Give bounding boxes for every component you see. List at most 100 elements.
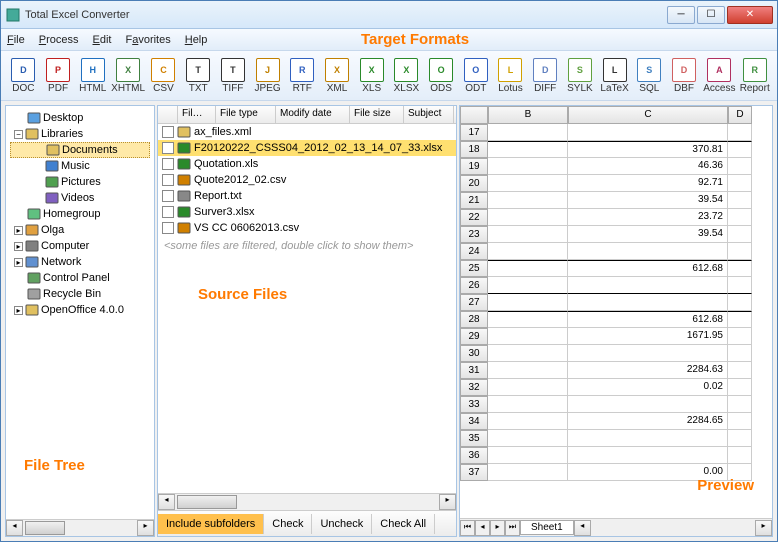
grid-cell[interactable] [728, 243, 752, 260]
grid-cell[interactable] [488, 413, 568, 430]
close-button[interactable]: ✕ [727, 6, 773, 24]
file-tree[interactable]: Desktop−LibrariesDocumentsMusicPicturesV… [6, 106, 154, 519]
grid-cell[interactable] [568, 277, 728, 294]
expander-icon[interactable]: ▸ [14, 226, 23, 235]
grid-cell[interactable] [488, 192, 568, 209]
grid-row[interactable]: 33 [460, 396, 772, 413]
file-list-header[interactable]: Fil…File typeModify dateFile sizeSubject [158, 106, 456, 124]
grid-cell[interactable] [568, 294, 728, 311]
grid-cell[interactable] [728, 328, 752, 345]
grid-row-header[interactable]: 30 [460, 345, 488, 362]
tree-item-homegroup[interactable]: Homegroup [10, 206, 150, 222]
grid-cell[interactable]: 370.81 [568, 141, 728, 158]
grid-cell[interactable] [728, 141, 752, 158]
expander-icon[interactable]: ▸ [14, 306, 23, 315]
grid-row-header[interactable]: 17 [460, 124, 488, 141]
tree-item-music[interactable]: Music [10, 158, 150, 174]
grid-cell[interactable] [488, 362, 568, 379]
grid-cell[interactable] [488, 158, 568, 175]
grid-cell[interactable] [488, 294, 568, 311]
format-rtf-button[interactable]: RRTF [286, 54, 319, 98]
grid-cell[interactable] [488, 141, 568, 158]
grid-cell[interactable]: 2284.63 [568, 362, 728, 379]
grid-row[interactable]: 17 [460, 124, 772, 141]
scroll-left-icon[interactable]: ◂ [6, 520, 23, 536]
grid-row-header[interactable]: 20 [460, 175, 488, 192]
grid-cell[interactable] [568, 243, 728, 260]
format-xlsx-button[interactable]: XXLSX [390, 54, 423, 98]
expander-icon[interactable]: ▸ [14, 258, 23, 267]
format-odt-button[interactable]: OODT [459, 54, 492, 98]
format-diff-button[interactable]: DDIFF [529, 54, 562, 98]
grid-row[interactable]: 25612.68 [460, 260, 772, 277]
scroll-left-icon[interactable]: ◂ [158, 494, 175, 510]
grid-row[interactable]: 312284.63 [460, 362, 772, 379]
grid-row[interactable]: 320.02 [460, 379, 772, 396]
grid-row[interactable]: 27 [460, 294, 772, 311]
grid-cell[interactable]: 0.00 [568, 464, 728, 481]
grid-row[interactable]: 36 [460, 447, 772, 464]
grid-row-header[interactable]: 24 [460, 243, 488, 260]
sheet-last-icon[interactable]: ⏭ [505, 520, 520, 536]
grid-cell[interactable] [728, 379, 752, 396]
file-column-header[interactable]: Fil… [178, 106, 216, 123]
file-row[interactable]: ax_files.xml [158, 124, 456, 140]
grid-row-header[interactable]: 35 [460, 430, 488, 447]
grid-row-header[interactable]: 23 [460, 226, 488, 243]
grid-cell[interactable] [488, 311, 568, 328]
grid-row[interactable]: 370.00 [460, 464, 772, 481]
format-sql-button[interactable]: SSQL [633, 54, 666, 98]
file-row[interactable]: Quotation.xls [158, 156, 456, 172]
format-sylk-button[interactable]: SSYLK [564, 54, 597, 98]
grid-col-header[interactable]: B [488, 106, 568, 124]
file-row[interactable]: F20120222_CSSS04_2012_02_13_14_07_33.xls… [158, 140, 456, 156]
tree-item-network[interactable]: ▸Network [10, 254, 150, 270]
tree-item-recycle-bin[interactable]: Recycle Bin [10, 286, 150, 302]
format-pdf-button[interactable]: PPDF [42, 54, 75, 98]
grid-cell[interactable] [488, 226, 568, 243]
menu-edit[interactable]: Edit [93, 34, 112, 46]
grid-cell[interactable] [728, 260, 752, 277]
grid-row[interactable]: 26 [460, 277, 772, 294]
grid-row[interactable]: 30 [460, 345, 772, 362]
scroll-thumb[interactable] [177, 495, 237, 509]
grid-cell[interactable]: 39.54 [568, 192, 728, 209]
expander-icon[interactable]: ▸ [14, 242, 23, 251]
grid-row-header[interactable]: 28 [460, 311, 488, 328]
sheet-first-icon[interactable]: ⏮ [460, 520, 475, 536]
grid-cell[interactable]: 46.36 [568, 158, 728, 175]
grid-cell[interactable] [728, 226, 752, 243]
grid-row-header[interactable]: 29 [460, 328, 488, 345]
grid-row-header[interactable]: 34 [460, 413, 488, 430]
sheet-tab[interactable]: Sheet1 [520, 520, 574, 535]
grid-cell[interactable] [488, 396, 568, 413]
tree-item-libraries[interactable]: −Libraries [10, 126, 150, 142]
format-xls-button[interactable]: XXLS [355, 54, 388, 98]
check-button[interactable]: Check [264, 514, 312, 534]
grid-cell[interactable] [488, 430, 568, 447]
grid-cell[interactable] [568, 345, 728, 362]
tree-item-documents[interactable]: Documents [10, 142, 150, 158]
grid-col-header[interactable] [460, 106, 488, 124]
include-subfolders-button[interactable]: Include subfolders [158, 514, 264, 534]
grid-row[interactable]: 18 370.81 [460, 141, 772, 158]
grid-row[interactable]: 1946.36 [460, 158, 772, 175]
scroll-left-icon[interactable]: ◂ [574, 520, 591, 536]
file-row[interactable]: Surver3.xlsx [158, 204, 456, 220]
grid-col-header[interactable]: D [728, 106, 752, 124]
format-xhtml-button[interactable]: XXHTML [111, 54, 145, 98]
check-all-button[interactable]: Check All [372, 514, 435, 534]
spreadsheet-preview[interactable]: BCD 1718370.811946.362092.712139.542223.… [460, 106, 772, 536]
grid-row-header[interactable]: 26 [460, 277, 488, 294]
grid-row[interactable]: 342284.65 [460, 413, 772, 430]
format-dbf-button[interactable]: DDBF [668, 54, 701, 98]
format-access-button[interactable]: AAccess [702, 54, 736, 98]
grid-row-header[interactable]: 18 [460, 141, 488, 158]
grid-row[interactable]: 2223.72 [460, 209, 772, 226]
format-latex-button[interactable]: LLaTeX [598, 54, 631, 98]
tree-item-pictures[interactable]: Pictures [10, 174, 150, 190]
grid-cell[interactable] [728, 192, 752, 209]
grid-row[interactable]: 291671.95 [460, 328, 772, 345]
grid-row[interactable]: 2139.54 [460, 192, 772, 209]
format-report-button[interactable]: RReport [738, 54, 771, 98]
